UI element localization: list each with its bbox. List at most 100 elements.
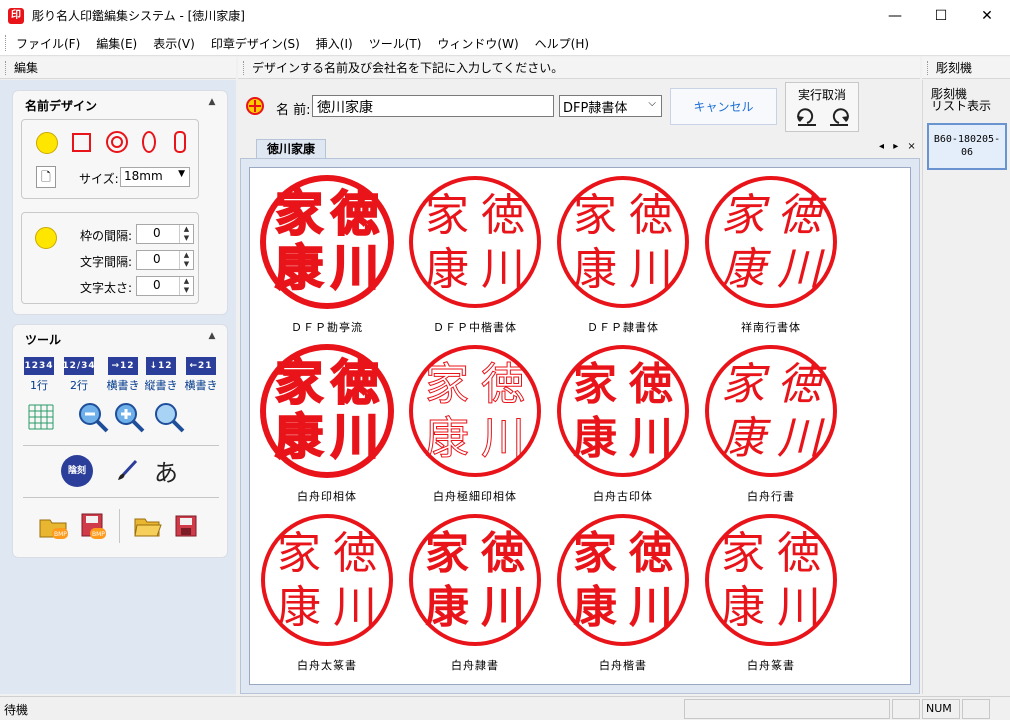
- one-line-button[interactable]: 1234 1行: [21, 357, 57, 393]
- undo-label: 実行取消: [797, 88, 846, 102]
- seal-character: 川: [777, 413, 825, 464]
- horizontal-button[interactable]: →12 横書き: [103, 357, 143, 393]
- two-line-button[interactable]: 12/34 2行: [61, 357, 97, 393]
- machine-list-toggle[interactable]: 彫刻機 リスト表示: [931, 88, 991, 112]
- stamp-preview-item[interactable]: 徳川家康 ＤＦＰ中楷書体: [400, 172, 550, 342]
- undo-button[interactable]: [796, 105, 818, 127]
- right-pane-header: 彫刻機: [922, 57, 1010, 79]
- seal-character: 康: [425, 582, 469, 633]
- stamp-preview-item[interactable]: 徳川家康白舟印相体: [252, 341, 402, 511]
- app-window: 印 彫り名人印鑑編集システム - [徳川家康] — ☐ ✕ ファイル(F) 編集…: [0, 0, 1010, 720]
- left-pane-title: 編集: [14, 61, 39, 75]
- chevron-down-icon: ▼: [178, 169, 185, 179]
- kana-icon: あ: [154, 458, 178, 487]
- one-line-label: 1行: [30, 379, 48, 392]
- save-bmp-button[interactable]: BMP: [75, 509, 109, 543]
- circle-shape-button[interactable]: [36, 132, 58, 154]
- stamp-preview-item[interactable]: 徳川家康白舟太篆書: [252, 510, 402, 680]
- stamp-preview-item[interactable]: 徳川家康 ＤＦＰ隷書体: [548, 172, 698, 342]
- status-cell: [892, 699, 920, 719]
- seal-character: 康: [721, 413, 772, 464]
- menu-help[interactable]: ヘルプ(H): [527, 35, 597, 52]
- title-bar: 印 彫り名人印鑑編集システム - [徳川家康] — ☐ ✕: [0, 0, 1010, 31]
- stamp-preview-item[interactable]: 徳川家康白舟楷書: [548, 510, 698, 680]
- double-circle-shape-button[interactable]: [106, 131, 128, 153]
- zoom-out-button[interactable]: [77, 401, 111, 435]
- menu-edit[interactable]: 編集(E): [88, 35, 145, 52]
- grid-button[interactable]: [27, 403, 55, 431]
- menu-insert[interactable]: 挿入(I): [308, 35, 361, 52]
- maximize-button[interactable]: ☐: [918, 0, 964, 31]
- engraver-machine-item[interactable]: B60-180205-06: [927, 123, 1007, 170]
- menu-view[interactable]: 表示(V): [145, 35, 203, 52]
- app-icon: 印: [8, 7, 24, 24]
- collapse-icon[interactable]: ▲: [205, 329, 219, 343]
- stamp-preview-item[interactable]: 徳川家康白舟行書: [696, 341, 846, 511]
- seal-character: 康: [573, 582, 617, 633]
- brush-button[interactable]: [113, 457, 141, 485]
- document-tab[interactable]: 徳川家康: [256, 139, 326, 158]
- zoom-in-icon: [115, 403, 145, 433]
- kana-button[interactable]: あ: [149, 453, 183, 487]
- seal-character: 川: [629, 244, 673, 295]
- rounded-rect-shape-button[interactable]: [174, 131, 186, 153]
- char-weight-stepper[interactable]: 0 ▲ ▼: [136, 276, 194, 296]
- seal-character: 家: [425, 190, 469, 241]
- main-pane-title: デザインする名前及び会社名を下記に入力してください。: [252, 61, 564, 75]
- seal-character: 徳: [481, 359, 525, 410]
- seal-character: 川: [629, 582, 673, 633]
- stamp-preview-item[interactable]: 徳川家康祥南行書体: [696, 172, 846, 342]
- open-file-button[interactable]: [131, 509, 165, 543]
- folder-open-icon: [134, 518, 162, 537]
- close-button[interactable]: ✕: [964, 0, 1010, 31]
- stamp-preview-item[interactable]: 徳川家康白舟隷書: [400, 510, 550, 680]
- zoom-in-button[interactable]: [113, 401, 147, 435]
- open-bmp-button[interactable]: BMP: [37, 509, 71, 543]
- redo-button[interactable]: [828, 105, 850, 127]
- minimize-button[interactable]: —: [872, 0, 918, 31]
- menu-tools[interactable]: ツール(T): [361, 35, 430, 52]
- tools-title: ツール: [25, 333, 62, 347]
- stepper-arrows-icon[interactable]: ▲ ▼: [179, 251, 193, 269]
- menu-window[interactable]: ウィンドウ(W): [429, 35, 526, 52]
- seal-impression: 徳川家康: [557, 345, 689, 477]
- tab-navigation-icon[interactable]: ◂ ▸ ×: [879, 141, 919, 152]
- font-select[interactable]: DFP隷書体 ⌵: [559, 95, 662, 117]
- stepper-arrows-icon[interactable]: ▲ ▼: [179, 225, 193, 243]
- size-value: 18mm: [124, 169, 163, 183]
- stamp-font-label: 祥南行書体: [741, 321, 801, 334]
- oval-shape-button[interactable]: [142, 131, 156, 153]
- menu-file[interactable]: ファイル(F): [8, 35, 88, 52]
- zoom-out-icon: [79, 403, 109, 433]
- stamp-preview-item[interactable]: 徳川家康白舟篆書: [696, 510, 846, 680]
- seal-impression: 徳川家康: [260, 344, 394, 478]
- horizontal-reverse-button[interactable]: ←21 横書き: [181, 357, 221, 393]
- engrave-button[interactable]: 陰刻: [61, 455, 93, 487]
- stamp-preview-item[interactable]: 徳川家康白舟古印体: [548, 341, 698, 511]
- cancel-button[interactable]: キャンセル: [670, 88, 777, 125]
- seal-character: 徳: [480, 528, 525, 579]
- size-select[interactable]: 18mm ▼: [120, 167, 190, 187]
- stamp-font-label: ＤＦＰ中楷書体: [433, 321, 517, 334]
- save-file-button[interactable]: [169, 509, 203, 543]
- collapse-icon[interactable]: ▲: [205, 95, 219, 109]
- svg-text:BMP: BMP: [54, 531, 67, 538]
- seal-character: 家: [721, 190, 770, 241]
- square-shape-button[interactable]: [72, 133, 91, 152]
- stamp-preview-item[interactable]: 徳川家康白舟極細印相体: [400, 341, 550, 511]
- stepper-arrows-icon[interactable]: ▲ ▼: [179, 277, 193, 295]
- vertical-button[interactable]: ↓12 縦書き: [141, 357, 181, 393]
- menu-seal-design[interactable]: 印章デザイン(S): [203, 35, 308, 52]
- one-line-icon: 1234: [24, 357, 54, 375]
- stamp-preview-item[interactable]: 徳川家康 ＤＦＰ勘亭流: [252, 172, 402, 342]
- seal-impression: 徳川家康: [557, 176, 689, 308]
- page-icon[interactable]: 🗋: [36, 166, 56, 188]
- menu-bar: ファイル(F) 編集(E) 表示(V) 印章デザイン(S) 挿入(I) ツール(…: [0, 31, 1010, 56]
- seal-character: 徳: [333, 528, 377, 579]
- tools-card: ツール ▲ 1234 1行 12/34 2行 →12 横書き ↓12 縦書き ←…: [12, 324, 228, 558]
- seal-character: 家: [573, 359, 617, 410]
- char-spacing-stepper[interactable]: 0 ▲ ▼: [136, 250, 194, 270]
- frame-spacing-stepper[interactable]: 0 ▲ ▼: [136, 224, 194, 244]
- name-input[interactable]: 徳川家康: [312, 95, 554, 117]
- zoom-fit-button[interactable]: [153, 401, 187, 435]
